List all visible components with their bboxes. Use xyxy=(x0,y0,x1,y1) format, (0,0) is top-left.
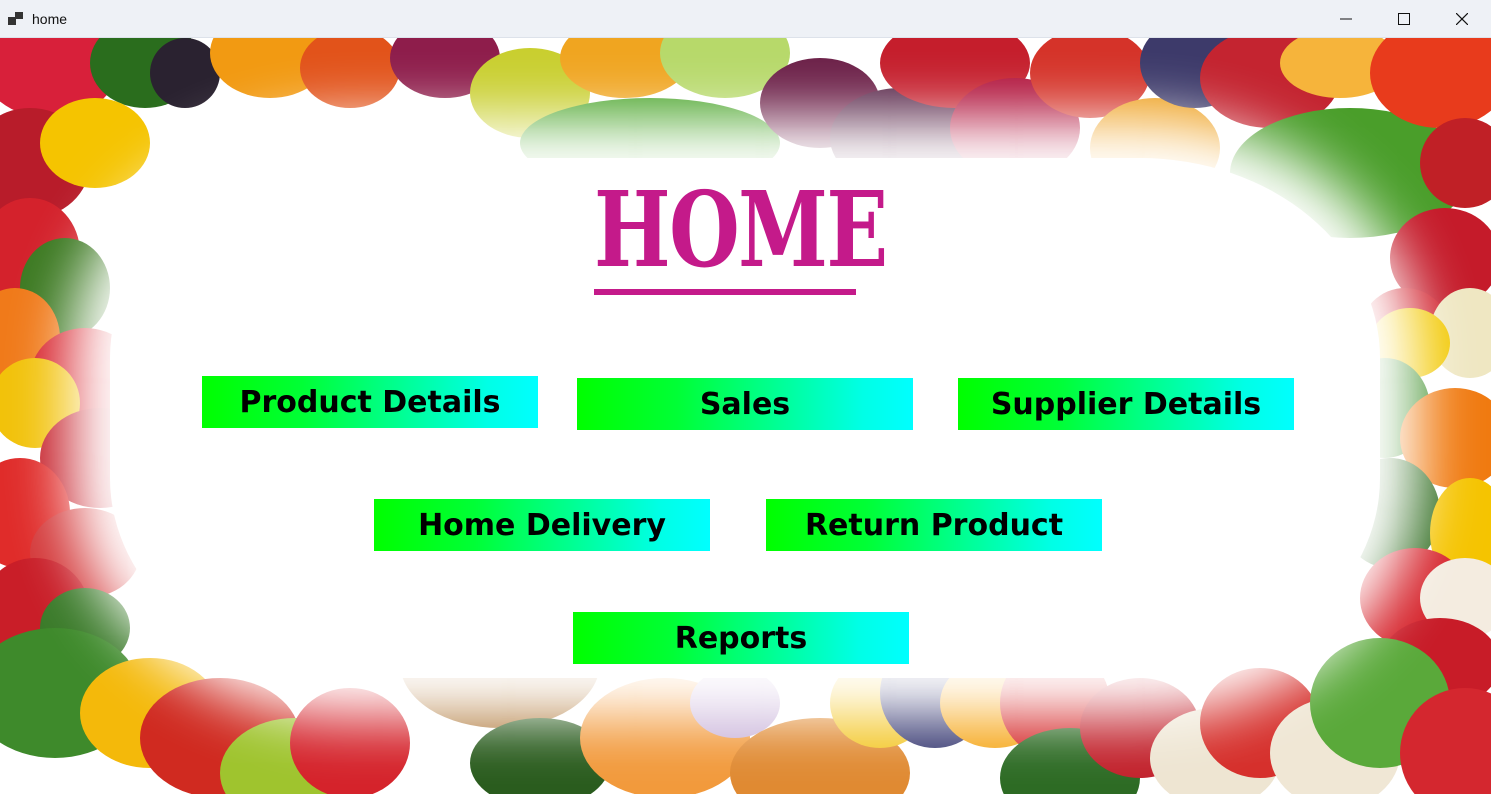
product-details-button[interactable]: Product Details xyxy=(202,376,538,428)
window-title: home xyxy=(32,10,68,27)
app-icon xyxy=(8,11,24,27)
return-product-button[interactable]: Return Product xyxy=(766,499,1102,551)
window-titlebar: home xyxy=(0,0,1491,38)
home-delivery-button[interactable]: Home Delivery xyxy=(374,499,710,551)
maximize-icon xyxy=(1398,12,1410,25)
title-underline xyxy=(594,289,856,295)
close-icon xyxy=(1456,12,1468,25)
minimize-button[interactable] xyxy=(1317,0,1375,37)
minimize-icon xyxy=(1340,18,1352,19)
reports-button[interactable]: Reports xyxy=(573,612,909,664)
maximize-button[interactable] xyxy=(1375,0,1433,37)
sales-button[interactable]: Sales xyxy=(577,378,913,430)
supplier-details-button[interactable]: Supplier Details xyxy=(958,378,1294,430)
page-title: HOME xyxy=(594,168,888,291)
close-button[interactable] xyxy=(1433,0,1491,37)
